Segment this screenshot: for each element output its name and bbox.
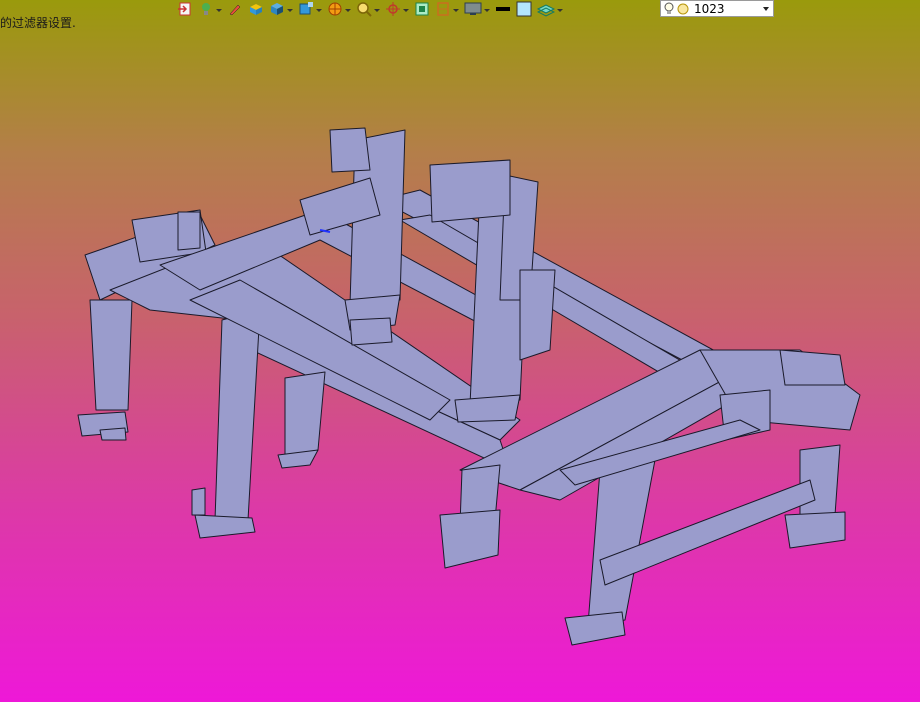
render-icon[interactable] bbox=[326, 0, 352, 18]
axis-icon[interactable] bbox=[384, 0, 410, 18]
layer-icon[interactable] bbox=[536, 0, 564, 18]
display-icon[interactable] bbox=[463, 0, 491, 18]
entity-count-value: 1023 bbox=[694, 1, 725, 16]
section-icon[interactable] bbox=[434, 0, 460, 18]
view-toolbar bbox=[176, 0, 564, 18]
box-icon[interactable] bbox=[247, 0, 265, 18]
line-color-icon[interactable] bbox=[494, 0, 512, 18]
pen-icon[interactable] bbox=[226, 0, 244, 18]
viewport-3d[interactable] bbox=[0, 0, 920, 702]
fill-color-icon[interactable] bbox=[515, 0, 533, 18]
zoom-icon[interactable] bbox=[355, 0, 381, 18]
entity-count-dropdown[interactable]: 1023 bbox=[660, 0, 774, 17]
gantry-frame-model bbox=[77, 127, 861, 646]
import-icon[interactable] bbox=[176, 0, 194, 18]
cube-icon[interactable] bbox=[268, 0, 294, 18]
lightbulb-icon bbox=[664, 2, 689, 14]
status-message: 的过滤器设置. bbox=[0, 16, 76, 30]
lamp-icon[interactable] bbox=[197, 0, 223, 18]
frame-icon[interactable] bbox=[413, 0, 431, 18]
chevron-down-icon[interactable] bbox=[763, 7, 769, 11]
cube-view-icon[interactable] bbox=[297, 0, 323, 18]
